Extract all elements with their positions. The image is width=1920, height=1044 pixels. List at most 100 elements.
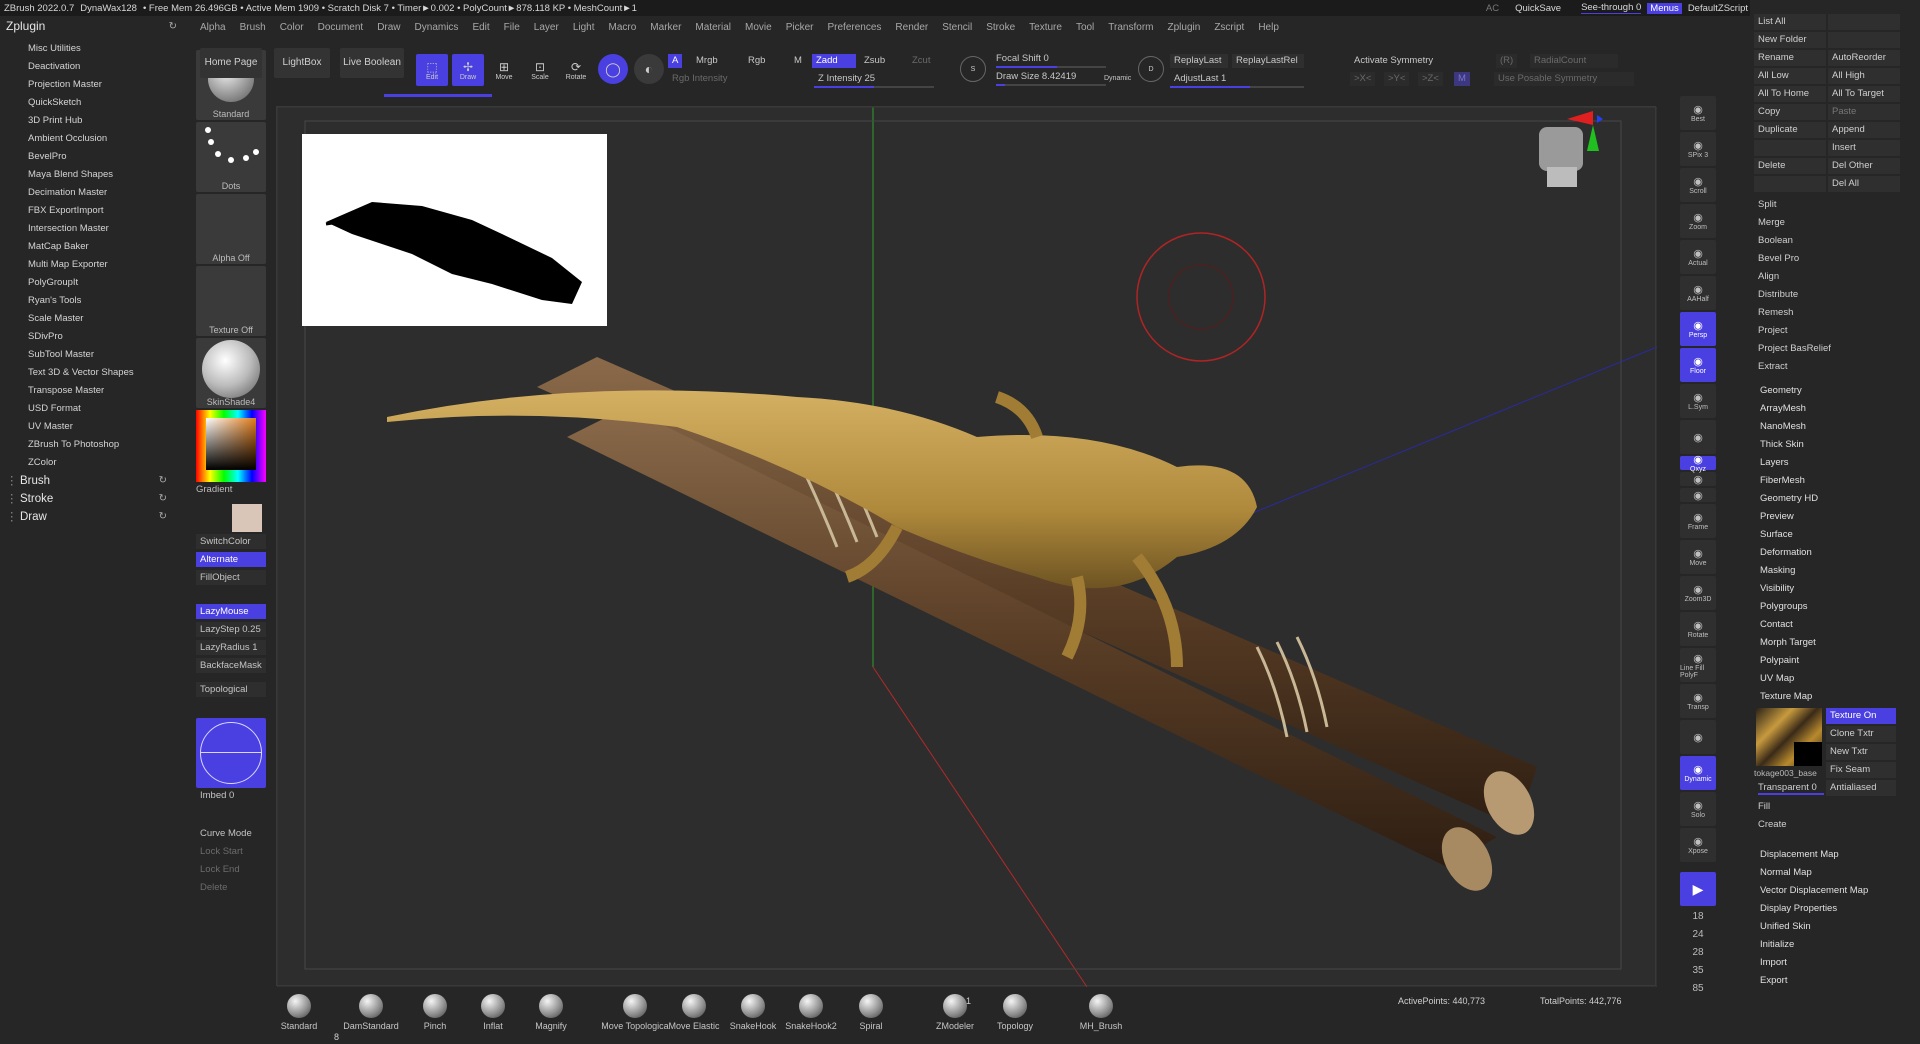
- tool-section-unified-skin[interactable]: Unified Skin: [1750, 918, 1920, 936]
- fps-preset[interactable]: 24: [1680, 926, 1716, 944]
- quicksave-button[interactable]: QuickSave: [1515, 3, 1561, 14]
- fillobject-button[interactable]: FillObject: [196, 570, 266, 585]
- subtool-append-button[interactable]: Append: [1828, 122, 1900, 138]
- menu-zscript[interactable]: Zscript: [1214, 22, 1244, 33]
- plugin-item-3d-print-hub[interactable]: 3D Print Hub: [0, 112, 185, 130]
- menu-material[interactable]: Material: [695, 22, 731, 33]
- draw-mode-button[interactable]: ✢ Draw: [452, 54, 484, 86]
- plugin-item-transpose-master[interactable]: Transpose Master: [0, 382, 185, 400]
- view-button-best[interactable]: ◉ Best: [1680, 96, 1716, 130]
- transparent-slider[interactable]: Transparent 0: [1758, 782, 1824, 795]
- view-button-solo[interactable]: ◉ Solo: [1680, 792, 1716, 826]
- plugin-item-ryan-s-tools[interactable]: Ryan's Tools: [0, 292, 185, 310]
- tool-section-geometry[interactable]: Geometry: [1750, 382, 1920, 400]
- home-page-button[interactable]: Home Page: [200, 48, 262, 78]
- sym-x-button[interactable]: >X<: [1350, 72, 1376, 86]
- adjust-last-slider[interactable]: AdjustLast 1: [1170, 72, 1304, 86]
- lightbox-button[interactable]: LightBox: [274, 48, 330, 78]
- plugin-item-scale-master[interactable]: Scale Master: [0, 310, 185, 328]
- sym-m-button[interactable]: M: [1454, 72, 1470, 86]
- lazymouse-button[interactable]: LazyMouse: [196, 604, 266, 619]
- rotate-mode-button[interactable]: ⟳ Rotate: [560, 54, 592, 86]
- subtool-distribute[interactable]: Distribute: [1750, 286, 1920, 304]
- subtool-new-folder-button[interactable]: New Folder: [1754, 32, 1826, 48]
- brush-spiral[interactable]: Spiral: [836, 994, 906, 1031]
- menu-picker[interactable]: Picker: [786, 22, 814, 33]
- fps-preset[interactable]: 85: [1680, 980, 1716, 998]
- m-button[interactable]: M: [790, 54, 806, 68]
- switchcolor-button[interactable]: SwitchColor: [196, 534, 266, 549]
- plugin-item-zbrush-to-photoshop[interactable]: ZBrush To Photoshop: [0, 436, 185, 454]
- menu-render[interactable]: Render: [895, 22, 928, 33]
- a-button[interactable]: A: [668, 54, 683, 68]
- curve-delete-button[interactable]: Delete: [196, 880, 266, 895]
- material-tile[interactable]: SkinShade4: [196, 338, 266, 408]
- view-button-actual[interactable]: ◉ Actual: [1680, 240, 1716, 274]
- menu-edit[interactable]: Edit: [472, 22, 489, 33]
- palette-group-draw[interactable]: ⋮ Draw ↻: [0, 508, 185, 526]
- plugin-item-polygroupit[interactable]: PolyGroupIt: [0, 274, 185, 292]
- menu-marker[interactable]: Marker: [650, 22, 681, 33]
- draw-size-slider[interactable]: Draw Size 8.42419: [992, 70, 1096, 84]
- view-button-item-12[interactable]: ◉: [1680, 488, 1716, 502]
- tool-section-surface[interactable]: Surface: [1750, 526, 1920, 544]
- subtool-del-other-button[interactable]: Del Other: [1828, 158, 1900, 174]
- menu-zplugin[interactable]: Zplugin: [1168, 22, 1201, 33]
- live-boolean-button[interactable]: Live Boolean: [340, 48, 404, 78]
- brush-topology[interactable]: Topology: [980, 994, 1050, 1031]
- focal-shift-slider[interactable]: Focal Shift 0: [992, 52, 1112, 66]
- menu-help[interactable]: Help: [1258, 22, 1279, 33]
- view-button-spix-3[interactable]: ◉ SPix 3: [1680, 132, 1716, 166]
- tool-section-displacement-map[interactable]: Displacement Map: [1750, 846, 1920, 864]
- subtool-rename-button[interactable]: Rename: [1754, 50, 1826, 66]
- plugin-item-quicksketch[interactable]: QuickSketch: [0, 94, 185, 112]
- plugin-item-projection-master[interactable]: Projection Master: [0, 76, 185, 94]
- view-button-persp[interactable]: ◉ Persp: [1680, 312, 1716, 346]
- zplugin-header[interactable]: Zplugin ↻: [0, 16, 185, 36]
- lock-start-button[interactable]: Lock Start: [196, 844, 266, 859]
- r-button[interactable]: (R): [1496, 54, 1518, 68]
- menu-stencil[interactable]: Stencil: [942, 22, 972, 33]
- fix-seam-button[interactable]: Fix Seam: [1826, 762, 1896, 778]
- subtool-all-low-button[interactable]: All Low: [1754, 68, 1826, 84]
- menu-tool[interactable]: Tool: [1076, 22, 1094, 33]
- brush-standard[interactable]: Standard: [264, 994, 334, 1031]
- seethrough-slider[interactable]: See-through 0: [1581, 2, 1642, 14]
- plugin-item-deactivation[interactable]: Deactivation: [0, 58, 185, 76]
- edit-curve-widget[interactable]: [196, 718, 266, 788]
- view-button-transp[interactable]: ◉ Transp: [1680, 684, 1716, 718]
- menu-stroke[interactable]: Stroke: [986, 22, 1015, 33]
- alternate-button[interactable]: Alternate: [196, 552, 266, 567]
- palette-group-brush[interactable]: ⋮ Brush ↻: [0, 472, 185, 490]
- camera-button[interactable]: ▶: [1680, 872, 1716, 906]
- view-button-xpose[interactable]: ◉ Xpose: [1680, 828, 1716, 862]
- fps-preset[interactable]: 28: [1680, 944, 1716, 962]
- lazyradius-slider[interactable]: LazyRadius 1: [196, 640, 266, 655]
- subtool-paste-button[interactable]: Paste: [1828, 104, 1900, 120]
- lock-end-button[interactable]: Lock End: [196, 862, 266, 877]
- sym-z-button[interactable]: >Z<: [1418, 72, 1443, 86]
- menu-light[interactable]: Light: [573, 22, 595, 33]
- subtool-autoreorder-button[interactable]: AutoReorder: [1828, 50, 1900, 66]
- view-button-floor[interactable]: ◉ Floor: [1680, 348, 1716, 382]
- tool-section-texture-map[interactable]: Texture Map: [1750, 688, 1920, 706]
- view-button-move[interactable]: ◉ Move: [1680, 540, 1716, 574]
- imbed-slider[interactable]: Imbed 0: [196, 788, 266, 803]
- brush-magnify[interactable]: Magnify: [516, 994, 586, 1031]
- tool-section-fibermesh[interactable]: FiberMesh: [1750, 472, 1920, 490]
- view-button-l-sym[interactable]: ◉ L.Sym: [1680, 384, 1716, 418]
- subtool-all-to-target-button[interactable]: All To Target: [1828, 86, 1900, 102]
- subtool-split[interactable]: Split: [1750, 196, 1920, 214]
- stroke-tile[interactable]: Dots: [196, 122, 266, 192]
- topological-button[interactable]: Topological: [196, 682, 266, 697]
- subtool-del-all-button[interactable]: Del All: [1828, 176, 1900, 192]
- plugin-item-bevelpro[interactable]: BevelPro: [0, 148, 185, 166]
- subtool-project-basrelief[interactable]: Project BasRelief: [1750, 340, 1920, 358]
- subtool-insert-button[interactable]: Insert: [1828, 140, 1900, 156]
- plugin-item-usd-format[interactable]: USD Format: [0, 400, 185, 418]
- antialiased-button[interactable]: Antialiased: [1826, 780, 1896, 796]
- create-button[interactable]: Create: [1750, 816, 1787, 834]
- tool-section-contact[interactable]: Contact: [1750, 616, 1920, 634]
- gradient-label[interactable]: Gradient: [196, 484, 272, 498]
- texture-tile[interactable]: Texture Off: [196, 266, 266, 336]
